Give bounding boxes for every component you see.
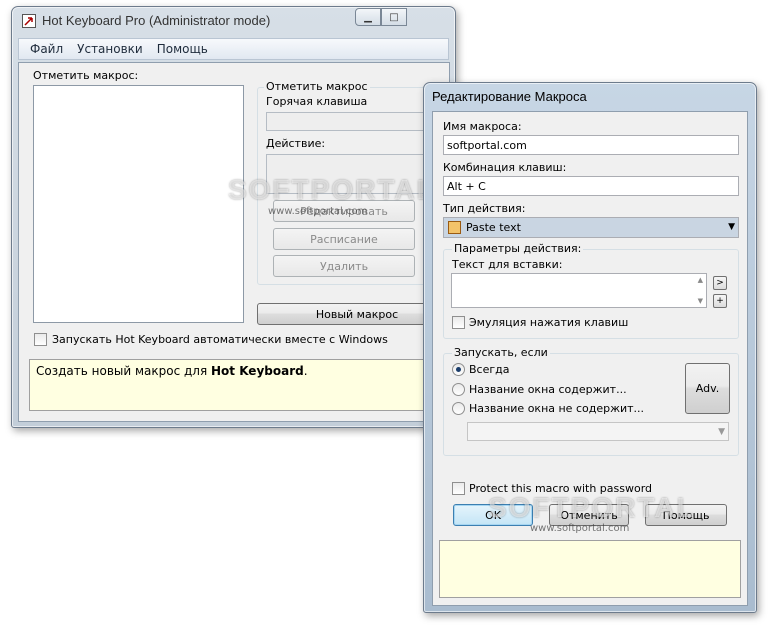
main-window: Hot Keyboard Pro (Administrator mode) ▁ … (11, 6, 459, 428)
macro-name-input[interactable]: softportal.com (443, 135, 739, 155)
insert-text-button[interactable]: + (713, 294, 727, 308)
cancel-button[interactable]: Отменить (549, 504, 629, 526)
dialog-client-area: Имя макроса: softportal.com Комбинация к… (432, 111, 748, 606)
expand-text-button[interactable]: > (713, 276, 727, 290)
minimize-button[interactable]: ▁ (355, 8, 381, 26)
scroll-up-icon[interactable]: ▲ (698, 276, 703, 284)
autostart-label: Запускать Hot Keyboard автоматически вме… (52, 333, 388, 346)
edit-button[interactable]: Редактировать (273, 200, 415, 222)
radio-window-contains-label: Название окна содержит... (469, 383, 627, 396)
radio-always[interactable] (452, 363, 465, 376)
radio-window-contains[interactable] (452, 383, 465, 396)
main-titlebar[interactable]: Hot Keyboard Pro (Administrator mode) ▁ … (12, 7, 455, 33)
menu-help[interactable]: Помощь (150, 42, 215, 56)
dialog-hint-panel (439, 540, 741, 598)
adv-button[interactable]: Adv. (685, 363, 730, 414)
macro-name-label: Имя макроса: (443, 120, 522, 133)
edit-macro-dialog: Редактирование Макроса Имя макроса: soft… (423, 82, 757, 613)
main-client-area: Отметить макрос: Отметить макрос Горячая… (18, 62, 459, 422)
chevron-down-icon: ▼ (728, 222, 735, 232)
dialog-titlebar[interactable]: Редактирование Макроса (424, 83, 756, 109)
ok-button[interactable]: OK (453, 504, 533, 526)
maximize-button[interactable]: □ (381, 8, 407, 26)
help-button[interactable]: Помощь (645, 504, 727, 526)
hint-text-suffix: . (303, 364, 308, 378)
macros-list[interactable] (33, 85, 244, 323)
emulate-keys-label: Эмуляция нажатия клавиш (469, 316, 629, 329)
paste-text-label: Текст для вставки: (452, 258, 563, 271)
autostart-checkbox[interactable] (34, 333, 47, 346)
action-type-value: Paste text (466, 221, 521, 234)
main-window-title: Hot Keyboard Pro (Administrator mode) (42, 13, 271, 28)
chevron-down-icon: ▼ (718, 427, 725, 437)
paste-text-icon (448, 221, 461, 234)
hint-panel: Создать новый макрос для Hot Keyboard. (29, 359, 459, 411)
dialog-title: Редактирование Макроса (432, 89, 587, 104)
macros-list-label: Отметить макрос: (33, 69, 139, 82)
radio-always-label: Всегда (469, 363, 510, 376)
key-combo-input[interactable]: Alt + C (443, 176, 739, 196)
action-label: Действие: (266, 137, 326, 150)
hint-text-bold: Hot Keyboard (211, 364, 304, 378)
radio-window-not-contains-label: Название окна не содержит... (469, 402, 645, 415)
hint-text-prefix: Создать новый макрос для (36, 364, 212, 378)
selected-macro-group-title: Отметить макрос (264, 80, 370, 93)
protect-password-label: Protect this macro with password (469, 482, 653, 495)
app-icon (22, 14, 36, 28)
paste-text-area[interactable]: ▲ ▼ (451, 273, 707, 308)
emulate-keys-checkbox[interactable] (452, 316, 465, 329)
hotkey-label: Горячая клавиша (266, 95, 368, 108)
radio-window-not-contains[interactable] (452, 402, 465, 415)
run-if-title: Запускать, если (452, 346, 550, 359)
window-title-select[interactable]: ▼ (467, 422, 729, 441)
action-params-title: Параметры действия: (452, 242, 584, 255)
action-type-label: Тип действия: (443, 202, 526, 215)
delete-button[interactable]: Удалить (273, 255, 415, 277)
menu-settings[interactable]: Установки (70, 42, 150, 56)
main-menubar: Файл Установки Помощь (18, 38, 449, 60)
menu-file[interactable]: Файл (23, 42, 70, 56)
key-combo-label: Комбинация клавиш: (443, 161, 567, 174)
scroll-down-icon[interactable]: ▼ (698, 297, 703, 305)
protect-password-checkbox[interactable] (452, 482, 465, 495)
action-type-select[interactable]: Paste text ▼ (443, 217, 739, 238)
schedule-button[interactable]: Расписание (273, 228, 415, 250)
